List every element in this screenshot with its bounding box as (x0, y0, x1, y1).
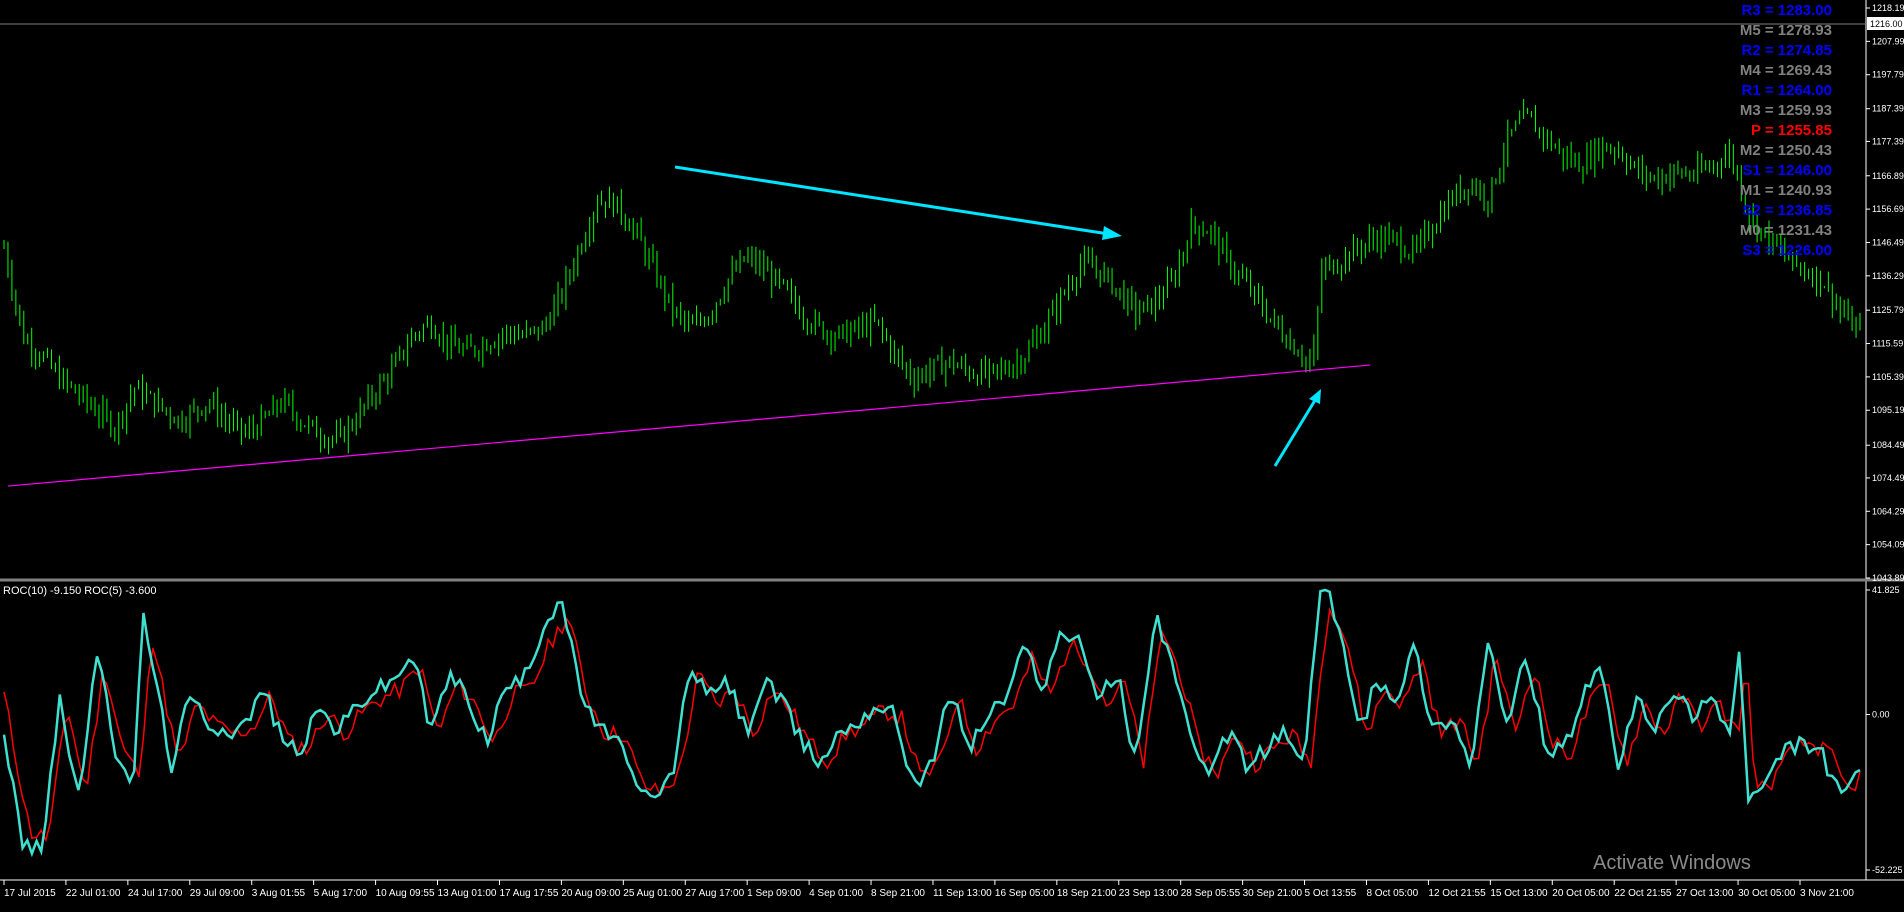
time-tick-label: 15 Oct 13:00 (1490, 888, 1548, 899)
chart-canvas[interactable]: 1218.19 1207.99 1197.79 1187.39 1177.39 1166.… (0, 0, 1904, 907)
pivot-level: R2 = 1274.85 (1741, 42, 1833, 59)
time-tick-label: 12 Oct 21:55 (1428, 888, 1486, 899)
time-tick-label: 29 Jul 09:00 (190, 888, 245, 899)
time-tick-label: 30 Oct 05:00 (1738, 888, 1796, 899)
roc-tick-label: 41.825 (1872, 585, 1900, 595)
time-tick-label: 3 Nov 21:00 (1800, 888, 1854, 899)
time-tick-label: 23 Sep 13:00 (1119, 888, 1179, 899)
price-tick-label: 1125.79 (1872, 305, 1904, 315)
pivot-level: M4 = 1269.43 (1739, 62, 1832, 79)
price-tick-label: 1136.29 (1872, 271, 1904, 281)
pivot-level: M5 = 1278.93 (1739, 22, 1832, 39)
price-tick-label: 1166.89 (1872, 171, 1904, 181)
time-tick-label: 5 Oct 13:55 (1305, 888, 1357, 899)
price-tick-label: 1064.29 (1872, 506, 1904, 516)
time-tick-label: 25 Aug 01:00 (623, 888, 682, 899)
roc-legend: ROC(10) -9.150 ROC(5) -3.600 (3, 585, 157, 597)
time-tick-label: 22 Jul 01:00 (66, 888, 121, 899)
time-tick-label: 3 Aug 01:55 (252, 888, 306, 899)
price-tick-label: 1084.49 (1872, 440, 1904, 450)
activate-windows-watermark: Activate Windows (1593, 852, 1751, 874)
price-tick-label: 1043.89 (1872, 573, 1904, 583)
price-tick-label: 1105.39 (1872, 372, 1904, 382)
time-tick-label: 16 Sep 05:00 (995, 888, 1055, 899)
time-tick-label: 27 Aug 17:00 (685, 888, 744, 899)
pivot-level: M0 = 1231.43 (1739, 222, 1832, 239)
time-tick-label: 1 Sep 09:00 (747, 888, 801, 899)
time-tick-label: 28 Sep 05:55 (1181, 888, 1241, 899)
price-tick-label: 1156.69 (1872, 204, 1904, 214)
time-tick-label: 24 Jul 17:00 (128, 888, 183, 899)
price-tick-label: 1074.49 (1872, 473, 1904, 483)
pivot-level: R1 = 1264.00 (1741, 82, 1833, 99)
pivot-level: S3 = 1226.00 (1742, 242, 1832, 259)
time-tick-label: 17 Jul 2015 (4, 888, 56, 899)
pivot-level: M3 = 1259.93 (1739, 102, 1832, 119)
roc-tick-label: -52.225 (1872, 865, 1903, 875)
pivot-level: S2 = 1236.85 (1742, 202, 1832, 219)
time-tick-label: 8 Oct 05:00 (1366, 888, 1418, 899)
price-tick-label: 1187.39 (1872, 104, 1904, 114)
roc-tick-label: 0.00 (1872, 710, 1890, 720)
price-tick-label: 1115.59 (1872, 339, 1903, 349)
current-price-label: 1216.00 (1870, 19, 1903, 29)
pivot-level: M2 = 1250.43 (1739, 142, 1832, 159)
price-tick-label: 1054.09 (1872, 540, 1904, 550)
time-tick-label: 17 Aug 17:55 (499, 888, 558, 899)
time-tick-label: 20 Oct 05:00 (1552, 888, 1610, 899)
time-tick-label: 8 Sep 21:00 (871, 888, 925, 899)
time-tick-label: 27 Oct 13:00 (1676, 888, 1734, 899)
time-tick-label: 18 Sep 21:00 (1057, 888, 1117, 899)
time-tick-label: 30 Sep 21:00 (1243, 888, 1303, 899)
background (0, 0, 1904, 907)
pivot-level: M1 = 1240.93 (1739, 182, 1832, 199)
price-tick-label: 1177.39 (1872, 136, 1904, 146)
time-tick-label: 22 Oct 21:55 (1614, 888, 1672, 899)
price-tick-label: 1218.19 (1872, 3, 1904, 13)
price-tick-label: 1146.49 (1872, 237, 1904, 247)
price-tick-label: 1095.19 (1872, 405, 1904, 415)
time-tick-label: 20 Aug 09:00 (561, 888, 620, 899)
price-tick-label: 1207.99 (1872, 36, 1904, 46)
pivot-level: R3 = 1283.00 (1741, 2, 1833, 19)
time-tick-label: 5 Aug 17:00 (314, 888, 368, 899)
time-tick-label: 13 Aug 01:00 (438, 888, 497, 899)
trading-chart[interactable]: 1218.19 1207.99 1197.79 1187.39 1177.39 1166.… (0, 0, 1904, 907)
pivot-level: S1 = 1246.00 (1742, 162, 1832, 179)
time-tick-label: 4 Sep 01:00 (809, 888, 863, 899)
price-tick-label: 1197.79 (1872, 70, 1904, 80)
time-tick-label: 11 Sep 13:00 (933, 888, 992, 899)
time-tick-label: 10 Aug 09:55 (376, 888, 435, 899)
pivot-level: P = 1255.85 (1750, 122, 1832, 139)
